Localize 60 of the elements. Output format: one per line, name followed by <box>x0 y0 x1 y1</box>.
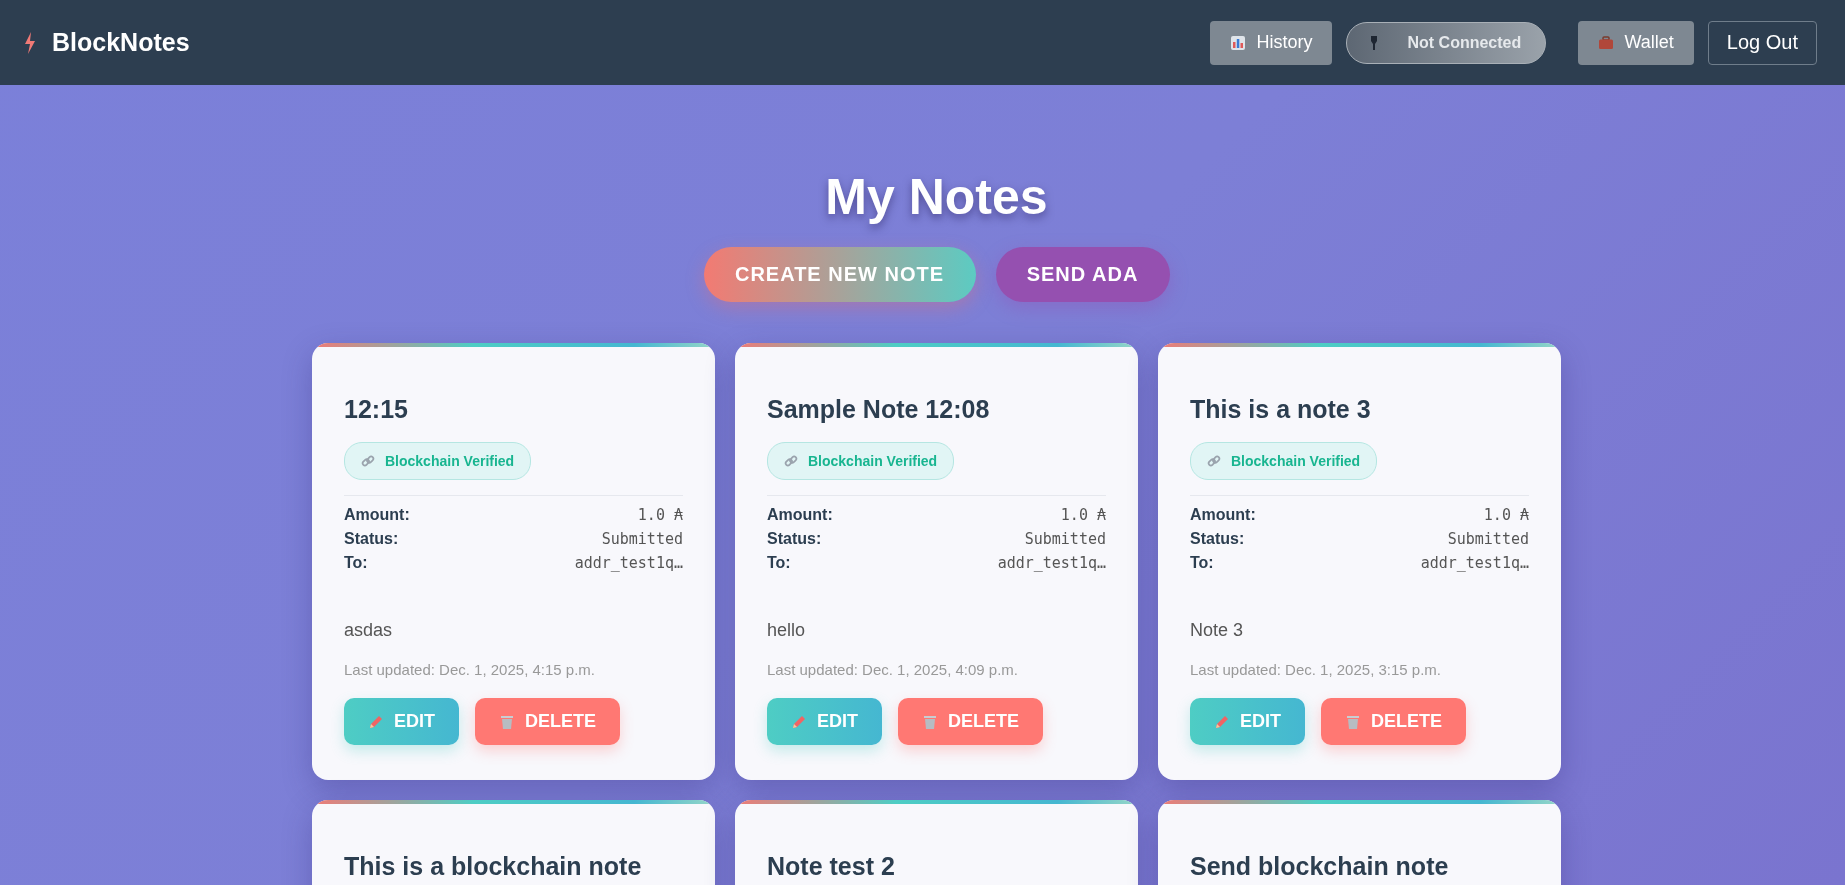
page-heading: My Notes <box>825 168 1048 227</box>
detail-value: Submitted <box>601 530 683 548</box>
detail-value: Submitted <box>1447 530 1529 548</box>
connection-status-button[interactable]: Not Connected <box>1346 21 1547 64</box>
note-title: Sample Note 12:08 <box>767 394 991 425</box>
detail-value: 1.0 ₳ <box>1483 506 1529 524</box>
delete-button[interactable]: DELETE <box>1321 698 1467 745</box>
note-title: This is a blockchain note <box>344 851 643 882</box>
link-icon <box>1207 454 1221 468</box>
trash-icon <box>1345 713 1361 730</box>
link-icon <box>784 454 798 468</box>
detail-value: addr_test1q… <box>574 554 683 572</box>
wallet-button[interactable]: Wallet <box>1578 20 1694 65</box>
pencil-icon <box>368 713 384 730</box>
detail-label: To: <box>344 554 368 572</box>
detail-label: Status: <box>767 530 822 548</box>
send-ada-button[interactable]: SEND ADA <box>995 247 1170 302</box>
pencil-icon <box>1214 713 1230 730</box>
detail-value: addr_test1q… <box>997 554 1106 572</box>
plug-icon <box>1369 34 1380 51</box>
last-updated: Last updated: Dec. 1, 2025, 4:15 p.m. <box>344 661 596 678</box>
link-icon <box>361 454 375 468</box>
trash-icon <box>499 713 515 730</box>
lightning-icon <box>24 31 36 54</box>
delete-button[interactable]: DELETE <box>898 698 1044 745</box>
detail-label: Status: <box>344 530 399 548</box>
detail-value: 1.0 ₳ <box>1060 506 1106 524</box>
bar-chart-icon <box>1230 34 1247 51</box>
note-body: asdas <box>344 620 394 641</box>
detail-label: Amount: <box>1190 506 1256 524</box>
detail-value: addr_test1q… <box>1420 554 1529 572</box>
detail-label: Status: <box>1190 530 1245 548</box>
last-updated: Last updated: Dec. 1, 2025, 3:15 p.m. <box>1190 661 1442 678</box>
note-title: Send blockchain note <box>1190 851 1450 882</box>
note-title: 12:15 <box>344 394 409 425</box>
last-updated: Last updated: Dec. 1, 2025, 4:09 p.m. <box>767 661 1019 678</box>
history-button[interactable]: History <box>1210 20 1333 65</box>
delete-button[interactable]: DELETE <box>475 698 621 745</box>
log-out-button[interactable]: Log Out <box>1707 20 1817 65</box>
create-note-button[interactable]: CREATE NEW NOTE <box>703 247 976 302</box>
detail-value: 1.0 ₳ <box>637 506 683 524</box>
edit-button[interactable]: EDIT <box>767 698 882 745</box>
briefcase-icon <box>1598 35 1615 50</box>
detail-label: To: <box>767 554 791 572</box>
edit-button[interactable]: EDIT <box>1190 698 1305 745</box>
detail-label: Amount: <box>767 506 833 524</box>
detail-label: To: <box>1190 554 1214 572</box>
note-title: This is a note 3 <box>1190 394 1372 425</box>
badge-label: Blockchain Verified <box>385 453 515 469</box>
pencil-icon <box>791 713 807 730</box>
note-body: hello <box>767 620 807 641</box>
detail-label: Amount: <box>344 506 410 524</box>
note-body: Note 3 <box>1190 620 1245 641</box>
detail-value: Submitted <box>1024 530 1106 548</box>
edit-button[interactable]: EDIT <box>344 698 459 745</box>
note-title: Note test 2 <box>767 851 896 882</box>
app-logo[interactable]: BlockNotes <box>52 28 190 57</box>
badge-label: Blockchain Verified <box>808 453 938 469</box>
trash-icon <box>922 713 938 730</box>
badge-label: Blockchain Verified <box>1231 453 1361 469</box>
